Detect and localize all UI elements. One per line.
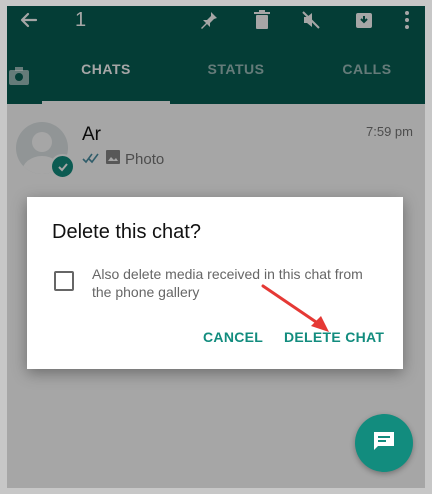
chat-icon [372,430,396,457]
delete-chat-dialog: Delete this chat? Also delete media rece… [27,197,403,369]
app-frame: 1 CHATS STATUS CALLS Ar 7:59 pm Photo De… [7,6,425,488]
delete-media-checkbox[interactable] [54,271,74,291]
annotation-arrow-icon [261,284,329,332]
dialog-title: Delete this chat? [52,221,201,243]
new-chat-button[interactable] [355,414,413,472]
